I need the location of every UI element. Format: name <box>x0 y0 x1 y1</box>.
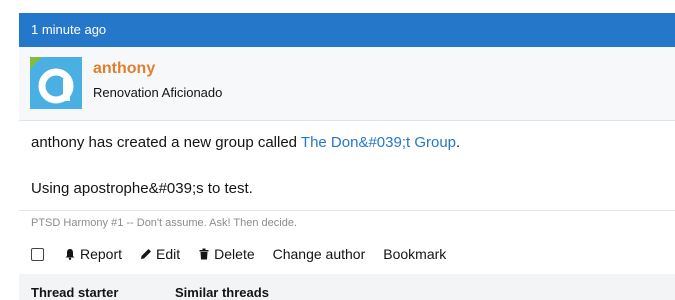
edit-button[interactable]: Edit <box>140 246 180 262</box>
bookmark-label: Bookmark <box>383 246 447 262</box>
message-line-2: Using apostrophe&#039;s to test. <box>31 180 253 197</box>
change-author-button[interactable]: Change author <box>273 246 366 262</box>
signature-divider <box>19 210 675 211</box>
avatar[interactable] <box>30 57 82 109</box>
signature: PTSD Harmony #1 -- Don't assume. Ask! Th… <box>31 217 298 229</box>
edit-label: Edit <box>156 246 181 262</box>
similar-threads-label: Similar threads <box>175 285 269 300</box>
message-line-1: anthony has created a new group called T… <box>31 134 460 151</box>
bell-icon <box>65 249 75 260</box>
report-label: Report <box>80 246 123 262</box>
message-line-1-prefix: anthony has created a new group called <box>31 134 301 151</box>
author-username[interactable]: anthony <box>93 60 155 78</box>
delete-label: Delete <box>214 246 255 262</box>
bookmark-button[interactable]: Bookmark <box>383 246 446 262</box>
thread-starter-label: Thread starter <box>31 285 119 300</box>
trash-icon <box>199 248 209 260</box>
author-title: Renovation Aficionado <box>93 85 223 100</box>
report-button[interactable]: Report <box>64 246 122 262</box>
post-timestamp-bar: 1 minute ago <box>19 13 675 47</box>
group-link[interactable]: The Don&#039;t Group <box>301 134 456 151</box>
pencil-icon <box>141 249 152 259</box>
change-author-label: Change author <box>272 246 366 262</box>
message-line-1-suffix: . <box>456 134 461 151</box>
thread-info-bar: Thread starter Similar threads <box>19 274 675 300</box>
post-timestamp[interactable]: 1 minute ago <box>31 22 106 37</box>
post-actions: Report Edit Delete Change author Bookmar… <box>31 244 464 264</box>
select-post-checkbox[interactable] <box>31 247 44 261</box>
avatar-status-corner <box>30 57 42 69</box>
author-block: anthony Renovation Aficionado <box>19 47 675 121</box>
delete-button[interactable]: Delete <box>198 246 255 262</box>
